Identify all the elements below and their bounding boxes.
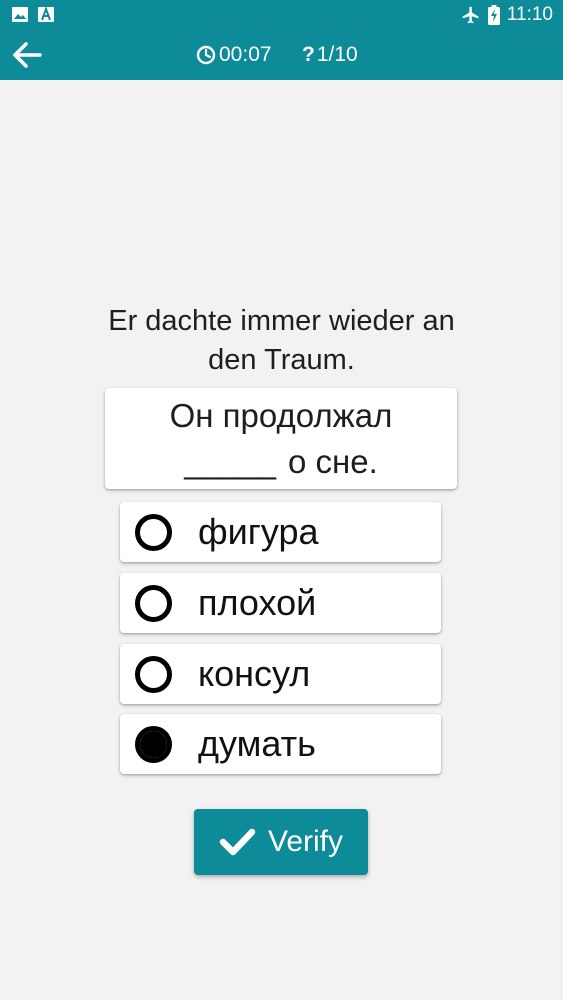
- airplane-icon: [462, 6, 479, 24]
- radio-button-icon[interactable]: [135, 584, 172, 622]
- notification-icons: [12, 7, 54, 22]
- image-icon: [12, 7, 28, 22]
- target-sentence-card: Он продолжал _____ о сне.: [105, 388, 457, 489]
- a-letter-icon: [38, 7, 54, 22]
- option-label: плохой: [198, 582, 317, 623]
- status-bar: 11:10: [0, 0, 563, 30]
- clock-icon: [196, 45, 216, 65]
- option-3[interactable]: консул: [120, 644, 441, 704]
- arrow-left-icon[interactable]: [10, 39, 44, 71]
- option-label: фигура: [198, 511, 319, 552]
- quiz-timer: 00:07: [196, 43, 272, 67]
- target-sentence-line1: Он продолжал: [169, 396, 393, 434]
- option-1[interactable]: фигура: [120, 502, 441, 562]
- verify-button[interactable]: Verify: [194, 809, 368, 875]
- progress-value: 1/10: [316, 43, 358, 66]
- clock-time: 11:10: [506, 4, 553, 25]
- target-sentence-line2: _____ о сне.: [184, 439, 378, 485]
- question-mark-icon: ?: [302, 43, 315, 66]
- question-progress: ? 1/10: [302, 43, 358, 67]
- timer-value: 00:07: [219, 43, 272, 66]
- option-label: думать: [198, 723, 316, 764]
- answer-blank: _____: [184, 442, 276, 480]
- option-label: консул: [198, 653, 311, 694]
- verify-label: Verify: [267, 825, 344, 858]
- radio-button-icon[interactable]: [135, 725, 172, 763]
- battery-icon: [487, 5, 500, 25]
- radio-button-icon[interactable]: [135, 513, 172, 551]
- target-sentence-rest: о сне.: [287, 442, 378, 480]
- system-icons: 11:10: [461, 4, 553, 26]
- option-4[interactable]: думать: [120, 714, 441, 774]
- checkmark-icon: [219, 828, 256, 856]
- app-bar: 00:07 ? 1/10: [0, 30, 563, 80]
- option-2[interactable]: плохой: [120, 573, 441, 633]
- source-sentence: Er dachte immer wieder an den Traum.: [108, 305, 455, 376]
- radio-button-icon[interactable]: [135, 655, 172, 693]
